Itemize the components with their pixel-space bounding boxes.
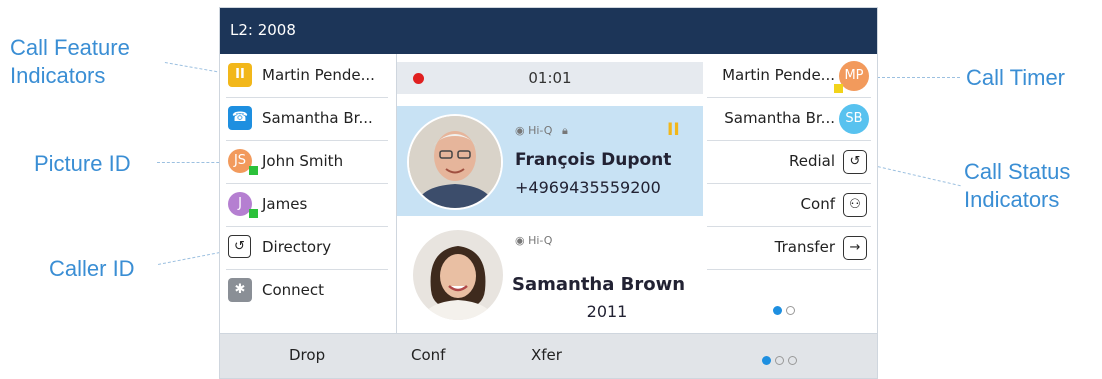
softkey-page-indicator[interactable] <box>760 350 799 369</box>
hold-status-icon <box>834 84 843 93</box>
callout-line-2: Indicators <box>10 63 106 88</box>
line-key-samantha[interactable]: ☎ Samantha Br... <box>226 97 388 141</box>
line-key-martin[interactable]: II Martin Pende... <box>226 54 388 98</box>
callout-call-status-indicators: Call Status Indicators <box>964 158 1070 214</box>
callout-call-timer: Call Timer <box>966 65 1066 90</box>
bluetooth-icon: ✱ <box>228 278 252 302</box>
hd-audio-icon: ◉ <box>515 234 529 247</box>
transfer-label: Transfer <box>774 238 835 256</box>
conf-button[interactable]: Conf <box>411 346 445 364</box>
line-key-label: Martin Pende... <box>262 66 375 84</box>
callout-line-2: Indicators <box>964 187 1060 212</box>
line-key-label: Samantha Br... <box>262 109 373 127</box>
status-bar: L2: 2008 <box>220 8 877 54</box>
softkey-bar: Drop Conf Xfer <box>220 333 877 378</box>
callout-line-1: Call Feature <box>10 35 130 60</box>
page-dot-active <box>773 306 782 315</box>
xfer-button[interactable]: Xfer <box>531 346 562 364</box>
line-key-label: Connect <box>262 281 325 299</box>
line-key-label: John Smith <box>262 152 344 170</box>
conference-icon: ⚇ <box>843 193 867 217</box>
line-key-directory[interactable]: ↺ Directory <box>226 226 388 270</box>
second-call-card[interactable]: ◉ Hi-Q Samantha Brown 2011 <box>397 222 703 333</box>
phone-screen: L2: 2008 II Martin Pende... ☎ Samantha B… <box>219 7 878 379</box>
redial-icon: ↺ <box>843 150 867 174</box>
lock-icon: 🔒︎ <box>561 124 568 137</box>
callout-picture-id: Picture ID <box>34 151 131 176</box>
left-softkeys: II Martin Pende... ☎ Samantha Br... JS J… <box>220 54 395 333</box>
transfer-key[interactable]: Transfer → <box>707 226 871 270</box>
hold-icon: II <box>228 63 252 87</box>
conf-key[interactable]: Conf ⚇ <box>707 183 871 227</box>
conf-label: Conf <box>800 195 835 213</box>
line-key-connect[interactable]: ✱ Connect <box>226 269 388 312</box>
caller-photo <box>407 114 503 210</box>
line-key-label: Directory <box>262 238 332 256</box>
directory-icon: ↺ <box>228 235 251 258</box>
avatar: SB <box>839 104 869 134</box>
call-feature-bar: 01:01 <box>397 62 703 94</box>
active-call-card[interactable]: ◉ Hi-Q 🔒︎ II François Dupont +4969435559… <box>397 106 703 216</box>
page-dot <box>786 306 795 315</box>
call-key-martin[interactable]: Martin Pende... MP <box>707 54 871 98</box>
presence-indicator <box>249 166 258 175</box>
page-dot <box>788 356 797 365</box>
right-softkeys: Martin Pende... MP Samantha Br... SB Red… <box>703 54 877 333</box>
drop-button[interactable]: Drop <box>289 346 325 364</box>
caller-name: François Dupont <box>515 150 672 170</box>
redial-label: Redial <box>788 152 835 170</box>
phone-icon: ☎ <box>228 106 252 130</box>
page-dot-active <box>762 356 771 365</box>
call-timer: 01:01 <box>528 69 572 87</box>
hiq-badge: ◉ Hi-Q <box>515 234 552 247</box>
page-indicator[interactable] <box>771 300 797 319</box>
call-key-samantha[interactable]: Samantha Br... SB <box>707 97 871 141</box>
hiq-label: Hi-Q <box>528 234 553 247</box>
call-key-label: Martin Pende... <box>722 66 835 84</box>
leader-line <box>872 165 961 187</box>
transfer-icon: → <box>843 236 867 260</box>
hd-audio-icon: ◉ <box>515 124 529 137</box>
hold-status-icon: II <box>667 120 680 140</box>
caller-number: +4969435559200 <box>515 178 661 197</box>
redial-key[interactable]: Redial ↺ <box>707 140 871 184</box>
line-label: L2: 2008 <box>230 21 296 39</box>
callout-call-feature-indicators: Call Feature Indicators <box>10 34 130 90</box>
avatar: MP <box>839 61 869 91</box>
line-key-james[interactable]: J James <box>226 183 388 227</box>
callout-line-1: Call Status <box>964 159 1071 184</box>
callout-caller-id: Caller ID <box>49 256 135 281</box>
page-dot <box>775 356 784 365</box>
call-area: 01:01 ◉ Hi-Q 🔒︎ II François Dupont +4969… <box>396 54 704 333</box>
line-key-john-smith[interactable]: JS John Smith <box>226 140 388 184</box>
caller-name: Samantha Brown <box>512 274 686 295</box>
line-key-label: James <box>262 195 308 213</box>
presence-indicator <box>249 209 258 218</box>
call-key-label: Samantha Br... <box>724 109 835 127</box>
hiq-label: Hi-Q <box>528 124 553 137</box>
hiq-badge: ◉ Hi-Q 🔒︎ <box>515 124 568 138</box>
